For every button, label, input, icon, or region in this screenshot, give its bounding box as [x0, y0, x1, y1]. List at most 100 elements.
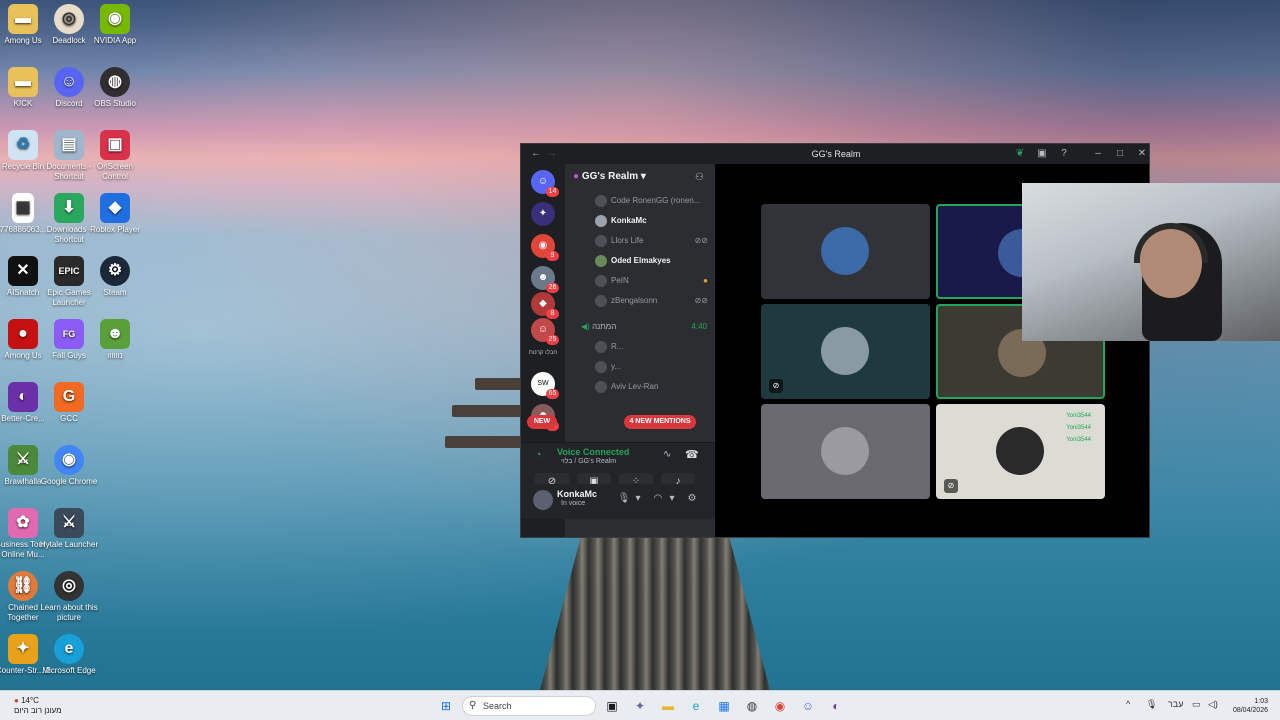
voice-member[interactable]: Aviv Lev-Ran — [595, 380, 710, 394]
voice-member[interactable]: y... — [595, 360, 710, 374]
minimize-icon[interactable]: – — [1091, 147, 1105, 161]
teams-icon[interactable]: ✦ — [630, 696, 650, 716]
desktop-icon-hytale-launcher[interactable]: ⚔ Hytale Launcher — [38, 504, 100, 566]
headphones-icon[interactable]: ◠ — [651, 492, 665, 506]
avatar — [821, 327, 869, 375]
avatar — [595, 254, 607, 267]
chevron-up-icon[interactable]: ^ — [1126, 699, 1130, 709]
clock[interactable]: 1:03 08/04/2026 — [1224, 697, 1268, 715]
new-mentions-pill[interactable]: 4 NEW MENTIONS — [624, 415, 696, 429]
desktop-icon-google-chrome[interactable]: ◉ Google Chrome — [38, 441, 100, 503]
gcc-icon: G — [54, 382, 84, 412]
discord-icon[interactable]: ☺ — [798, 696, 818, 716]
participant-tile[interactable]: ⊘ Yoni3544 Yoni3544 Yoni3544 — [936, 404, 1105, 499]
desktop-icon-roblox-player[interactable]: ◆ Roblox Player — [84, 189, 146, 251]
desktop-icon-nvidia-app[interactable]: ◉ NVIDIA App — [84, 0, 146, 62]
recycle-bin-icon: ♻ — [8, 130, 38, 160]
weather-icon: ● — [14, 696, 19, 705]
deafened-icon: ⊘⊘ — [694, 236, 708, 245]
file-explorer-icon[interactable]: ▬ — [658, 696, 678, 716]
new-badge[interactable]: NEW — [527, 415, 557, 429]
folder-icon: ▬ — [8, 67, 38, 97]
server-icon[interactable]: ☻ 26 — [531, 266, 559, 293]
server-icon[interactable]: ◉ 9 — [531, 234, 559, 261]
desktop-icon-obs-studio[interactable]: ◍ OBS Studio — [84, 63, 146, 125]
voice-channel-waiting[interactable]: ◀) המתנה 4:40 — [581, 320, 711, 334]
server-icon[interactable]: ✦ — [531, 202, 555, 226]
avatar[interactable] — [533, 490, 553, 510]
wallpaper-pier-post — [445, 436, 521, 448]
voice-member[interactable]: Oded Elmakyes — [595, 254, 710, 268]
voice-member[interactable]: R... — [595, 340, 710, 354]
server-icon[interactable]: SW 65 — [531, 372, 559, 399]
desktop-icon-microsoft-edge[interactable]: e Microsoft Edge — [38, 630, 100, 692]
user-name[interactable]: KonkaMc — [557, 489, 597, 499]
onscreen-control-icon: ▣ — [100, 130, 130, 160]
chevron-down-icon[interactable]: ▾ — [631, 492, 645, 506]
user-status: In voice — [561, 500, 586, 507]
leaf-icon[interactable]: ❦ — [1013, 147, 1027, 161]
voice-member[interactable]: zBengalsonn ⊘⊘ — [595, 294, 710, 308]
inbox-icon[interactable]: ▣ — [1035, 147, 1049, 161]
desktop-icon-onscreen-control[interactable]: ▣ OnScreen Control — [84, 126, 146, 188]
wallpaper-pier-post — [475, 378, 523, 390]
store-icon[interactable]: ▦ — [714, 696, 734, 716]
qr-file-icon: ▦ — [12, 193, 34, 223]
voice-member[interactable]: PeIN ● — [595, 274, 710, 288]
server-icon[interactable]: ☺ 25 — [531, 318, 559, 345]
task-view-icon[interactable]: ▣ — [602, 696, 622, 716]
wallpaper-pier-post — [452, 405, 522, 417]
window-title: GG's Realm — [811, 149, 861, 159]
desktop-icon-game[interactable]: ☻ נוווווו — [84, 315, 146, 377]
better-crewlink-icon: ◐ — [8, 382, 38, 412]
start-icon[interactable]: ⊞ — [436, 696, 456, 716]
voice-status[interactable]: Voice Connected — [557, 447, 629, 457]
voice-member[interactable]: Llors Life ⊘⊘ — [595, 234, 710, 248]
settings-gear-icon[interactable]: ⚙ — [685, 492, 699, 506]
desktop-icon-gcc[interactable]: G GCC — [38, 378, 100, 440]
avatar — [595, 340, 607, 353]
avatar — [595, 274, 607, 287]
close-icon[interactable]: ✕ — [1135, 147, 1149, 161]
microphone-icon[interactable]: 🎙 — [1146, 699, 1157, 710]
disconnect-icon[interactable]: ☎ — [685, 448, 699, 461]
server-dm-home[interactable]: ☺ 14 — [531, 170, 559, 197]
weather-widget[interactable]: ● 14°C מעונן רוב היום — [14, 696, 62, 716]
desktop-icon-learn-about-picture[interactable]: ◎ Learn about this picture — [38, 567, 100, 629]
microphone-icon[interactable]: 🎙 — [617, 492, 631, 506]
chrome-icon[interactable]: ◉ — [770, 696, 790, 716]
obs-icon: ◍ — [100, 67, 130, 97]
overlay-names: Yoni3544 Yoni3544 Yoni3544 — [1066, 413, 1091, 443]
desktop-icon-steam[interactable]: ⚙ Steam — [84, 252, 146, 314]
obs-icon[interactable]: ◍ — [742, 696, 762, 716]
server-icon[interactable]: ◆ 8 — [531, 292, 559, 319]
participant-tile[interactable]: ⊘ — [761, 304, 930, 399]
better-crewlink-icon[interactable]: ◐ — [826, 696, 846, 716]
server-header[interactable]: ● GG's Realm ▾ — [573, 171, 708, 187]
chevron-down-icon[interactable]: ▾ — [665, 492, 679, 506]
edge-icon[interactable]: e — [686, 696, 706, 716]
voice-member[interactable]: Code RonenGG (ronen... — [595, 194, 710, 208]
aisnatch-icon: ✕ — [8, 256, 38, 286]
language-indicator[interactable]: עבר — [1168, 699, 1183, 709]
maximize-icon[interactable]: □ — [1113, 147, 1127, 161]
noise-suppression-icon[interactable]: ∿ — [663, 449, 671, 460]
deadlock-icon: ◎ — [54, 4, 84, 34]
game-icon: ☻ — [100, 319, 130, 349]
voice-member[interactable]: KonkaMc — [595, 214, 710, 228]
help-icon[interactable]: ? — [1057, 147, 1071, 161]
webcam-overlay — [1022, 183, 1280, 341]
volume-icon[interactable]: ◁) — [1208, 699, 1218, 710]
speaker-icon: ◀) — [581, 322, 590, 331]
taskbar: ● 14°C מעונן רוב היום ⊞ ⚲ Search ▣ ✦ ▬ e… — [0, 690, 1280, 720]
fall-guys-icon: FG — [54, 319, 84, 349]
participant-tile[interactable] — [761, 204, 930, 299]
add-member-icon[interactable]: ⚇ — [695, 172, 704, 183]
chained-together-icon: ⛓ — [8, 571, 38, 601]
roblox-icon: ◆ — [100, 193, 130, 223]
taskbar-search[interactable]: ⚲ Search — [462, 696, 596, 716]
network-icon[interactable]: ▭ — [1192, 699, 1201, 710]
signal-icon[interactable]: ◔ — [535, 449, 542, 461]
participant-tile[interactable] — [761, 404, 930, 499]
video-off-icon: ⊘ — [769, 379, 783, 393]
